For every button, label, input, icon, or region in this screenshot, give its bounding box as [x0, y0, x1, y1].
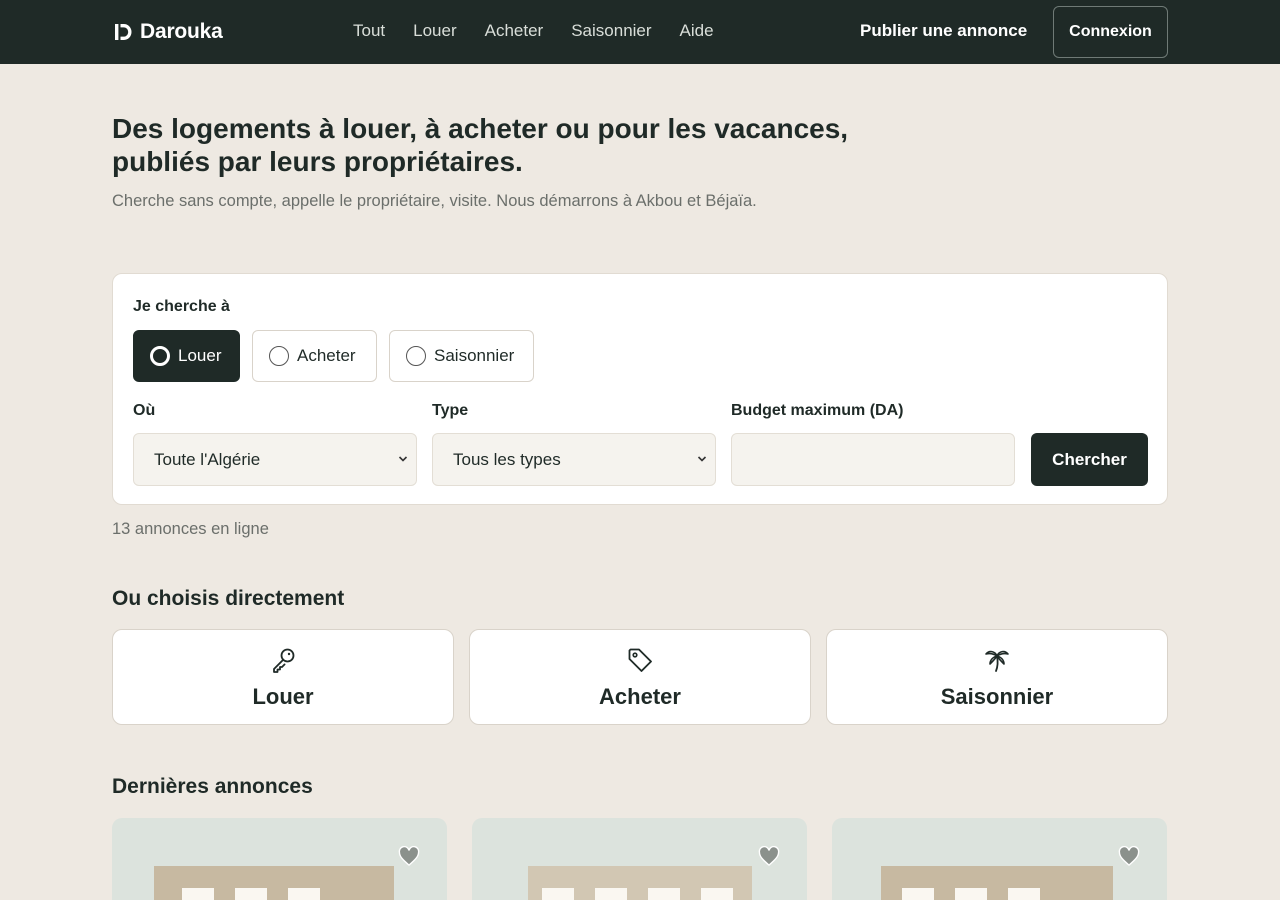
location-select[interactable]: Toute l'Algérie [133, 433, 417, 486]
building-window [595, 888, 627, 900]
type-label: Type [432, 402, 469, 419]
logo-icon [115, 24, 132, 40]
building-window [955, 888, 987, 900]
mode-option-label: Saisonnier [434, 346, 515, 365]
chevron-down-icon [398, 456, 408, 462]
search-panel: Je cherche à Louer Acheter Saisonnier Où… [112, 273, 1168, 505]
mode-option-label: Louer [178, 346, 222, 365]
mode-label: Je cherche à [133, 298, 230, 315]
search-button[interactable]: Chercher [1031, 433, 1148, 486]
type-select-value: Tous les types [453, 449, 561, 469]
mode-option-label: Acheter [297, 346, 356, 365]
nav-link-tout[interactable]: Tout [353, 20, 385, 42]
where-label: Où [133, 402, 156, 419]
hero-title-line1: Des logements à louer, à acheter ou pour… [112, 113, 849, 144]
mode-option-louer[interactable]: Louer [133, 330, 240, 382]
building-window [182, 888, 214, 900]
hero-title: Des logements à louer, à acheter ou pour… [112, 112, 892, 178]
chevron-down-icon [697, 456, 707, 462]
budget-input[interactable] [731, 433, 1015, 486]
nav-link-aide[interactable]: Aide [680, 20, 714, 42]
mode-option-acheter[interactable]: Acheter [252, 330, 377, 382]
mode-option-saisonnier[interactable]: Saisonnier [389, 330, 534, 382]
heart-icon[interactable] [1118, 846, 1140, 866]
building-window [542, 888, 574, 900]
nav-link-acheter[interactable]: Acheter [485, 20, 544, 42]
heart-icon[interactable] [398, 846, 420, 866]
hero-title-line2: publiés par leurs propriétaires. [112, 146, 523, 177]
building-window [235, 888, 267, 900]
location-select-value: Toute l'Algérie [154, 449, 261, 469]
listing-card[interactable] [832, 818, 1167, 900]
heart-icon[interactable] [758, 846, 780, 866]
hero-subtitle: Cherche sans compte, appelle le propriét… [112, 192, 757, 210]
radio-unselected-icon [406, 346, 426, 366]
nav-link-saisonnier[interactable]: Saisonnier [571, 20, 651, 42]
palm-tree-icon [985, 650, 1009, 672]
budget-label: Budget maximum (DA) [731, 402, 904, 419]
listing-card[interactable] [472, 818, 807, 900]
categories-title: Ou choisis directement [112, 587, 345, 610]
radio-selected-icon [150, 346, 170, 366]
brand-name: Darouka [140, 20, 223, 43]
nav-links: Tout Louer Acheter Saisonnier Aide [353, 20, 714, 42]
tag-icon [628, 648, 652, 672]
key-icon [273, 648, 295, 673]
listing-count: 13 annonces en ligne [112, 520, 269, 538]
publish-listing-link[interactable]: Publier une annonce [860, 20, 1027, 42]
building-window [701, 888, 733, 900]
login-button[interactable]: Connexion [1053, 6, 1168, 58]
latest-listings-title: Dernières annonces [112, 775, 313, 798]
radio-unselected-icon [269, 346, 289, 366]
listing-card[interactable] [112, 818, 447, 900]
category-card-acheter[interactable]: Acheter [469, 629, 811, 725]
top-nav: Darouka Tout Louer Acheter Saisonnier Ai… [0, 0, 1280, 64]
brand-logo[interactable]: Darouka [114, 19, 223, 45]
building-window [648, 888, 680, 900]
category-card-louer[interactable]: Louer [112, 629, 454, 725]
category-card-saisonnier[interactable]: Saisonnier [826, 629, 1168, 725]
category-label-saisonnier: Saisonnier [940, 684, 1054, 709]
category-label-louer: Louer [252, 684, 314, 709]
category-label-acheter: Acheter [599, 684, 681, 709]
type-select[interactable]: Tous les types [432, 433, 716, 486]
nav-link-louer[interactable]: Louer [413, 20, 456, 42]
building-window [902, 888, 934, 900]
building-window [1008, 888, 1040, 900]
building-window [288, 888, 320, 900]
